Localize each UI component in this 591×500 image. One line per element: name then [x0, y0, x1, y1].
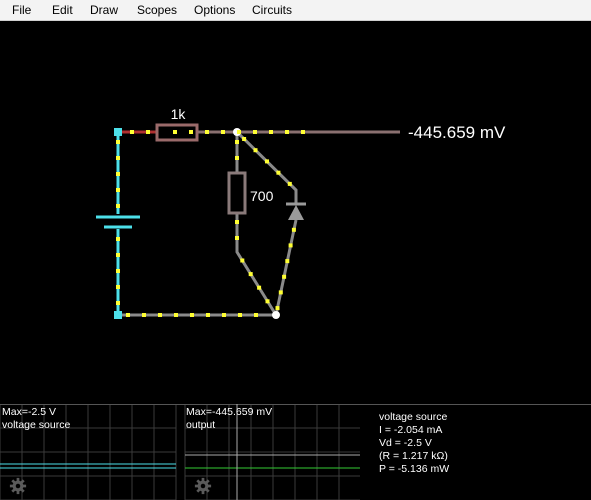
menu-options[interactable]: Options — [194, 3, 235, 17]
current-dot — [248, 272, 253, 277]
info-current: I = -2.054 mA — [379, 424, 443, 436]
current-dot — [116, 188, 120, 192]
current-dot — [282, 274, 287, 279]
current-dot — [265, 159, 269, 164]
scope2-name: output — [186, 419, 216, 431]
current-dot — [254, 313, 258, 317]
menu-scopes[interactable]: Scopes — [137, 3, 177, 17]
current-dot — [253, 148, 258, 153]
info-resistance: (R = 1.217 kΩ) — [379, 450, 448, 462]
node-junction-bottom[interactable] — [272, 311, 280, 319]
current-dot — [189, 130, 193, 134]
current-dot — [235, 236, 239, 240]
current-dot — [238, 313, 242, 317]
scope1-max: Max=-2.5 V — [2, 406, 56, 418]
current-dot — [285, 130, 289, 134]
info-vd: Vd = -2.5 V — [379, 437, 432, 449]
current-dot — [158, 313, 162, 317]
menu-file[interactable]: File — [12, 3, 31, 17]
current-dot — [275, 306, 280, 311]
current-dot — [116, 285, 120, 289]
current-dot — [235, 220, 239, 224]
node-top-left[interactable] — [114, 128, 122, 136]
current-dot — [285, 259, 290, 264]
resistor-700[interactable] — [227, 171, 247, 215]
current-dot — [174, 313, 178, 317]
current-dot — [142, 313, 146, 317]
wire-diode-to-bottom[interactable] — [274, 219, 298, 316]
current-dot — [146, 130, 150, 134]
gear-icon[interactable] — [9, 477, 27, 495]
menu-bar: File Edit Draw Scopes Options Circuits — [0, 0, 591, 21]
scope-grid — [0, 404, 591, 500]
current-dot — [278, 290, 283, 295]
current-dot — [257, 285, 262, 290]
current-dot — [116, 156, 120, 160]
current-dot — [126, 313, 130, 317]
current-dot — [116, 237, 120, 241]
current-dot — [116, 172, 120, 176]
current-dots — [116, 130, 305, 317]
current-dot — [116, 301, 120, 305]
current-dot — [253, 130, 257, 134]
current-dot — [301, 130, 305, 134]
current-dot — [240, 258, 245, 263]
current-dot — [116, 204, 120, 208]
current-dot — [242, 137, 247, 141]
current-dot — [173, 130, 177, 134]
node-bottom-left[interactable] — [114, 311, 122, 319]
current-dot — [116, 269, 120, 273]
current-dot — [269, 130, 273, 134]
current-dot — [116, 140, 120, 144]
circuit-canvas[interactable]: 1k 700 -445.659 mV — [0, 21, 591, 404]
current-dot — [288, 243, 293, 248]
current-dot — [206, 313, 210, 317]
scope1-name: voltage source — [2, 419, 71, 431]
current-dot — [190, 313, 194, 317]
wire-resistor2-to-bottom[interactable] — [235, 212, 278, 316]
current-dot — [291, 227, 296, 232]
current-dot — [287, 181, 292, 186]
current-dot — [276, 170, 281, 175]
gear-icon[interactable] — [194, 477, 212, 495]
current-dot — [205, 130, 209, 134]
menu-circuits[interactable]: Circuits — [252, 3, 292, 17]
scope2-max: Max=-445.659 mV — [186, 406, 273, 418]
current-dot — [221, 130, 225, 134]
info-title: voltage source — [379, 411, 448, 423]
info-power: P = -5.136 mW — [379, 463, 450, 475]
current-dot — [265, 299, 270, 304]
scope-panel: Max=-2.5 V voltage source Max=-445.659 m… — [0, 404, 591, 500]
current-dot — [222, 313, 226, 317]
current-dot — [116, 253, 120, 257]
resistor-1k-label: 1k — [171, 106, 187, 122]
menu-edit[interactable]: Edit — [52, 3, 73, 17]
current-dot — [130, 130, 134, 134]
resistor-700-label: 700 — [250, 188, 274, 204]
diode-triangle[interactable] — [288, 205, 304, 220]
output-voltage-label: -445.659 mV — [408, 123, 506, 142]
current-dot — [235, 140, 239, 144]
menu-draw[interactable]: Draw — [90, 3, 118, 17]
current-dot — [235, 156, 239, 160]
current-dot — [237, 130, 241, 134]
